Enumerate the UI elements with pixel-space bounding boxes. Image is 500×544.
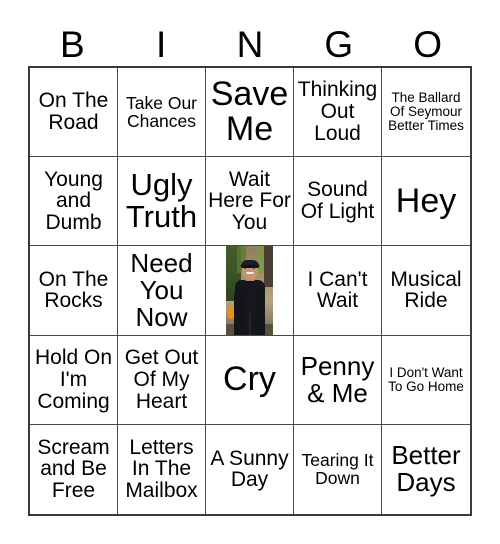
header-letter-i: I bbox=[156, 23, 167, 65]
bingo-cell[interactable]: Wait Here For You bbox=[206, 157, 294, 247]
bingo-cell[interactable]: Thinking Out Loud bbox=[294, 68, 382, 158]
bingo-cell[interactable]: I Can't Wait bbox=[294, 246, 382, 336]
photo-shoulder-left bbox=[234, 290, 244, 335]
bingo-cell[interactable]: Cry bbox=[206, 335, 294, 425]
bingo-cell[interactable]: On The Rocks bbox=[30, 246, 118, 336]
bingo-cell[interactable]: The Ballard Of Seymour Better Times bbox=[382, 68, 470, 158]
bingo-cell[interactable]: Get Out Of My Heart bbox=[118, 335, 206, 425]
bingo-cell-text: Better Days bbox=[391, 440, 461, 498]
bingo-cell-text: A Sunny Day bbox=[210, 446, 289, 492]
photo-shoulder-right bbox=[255, 290, 265, 335]
bingo-cell[interactable]: Take Our Chances bbox=[118, 68, 206, 158]
bingo-cell[interactable]: Sound Of Light bbox=[294, 157, 382, 247]
photo-cap-brim bbox=[240, 265, 259, 269]
bingo-cell[interactable]: Better Days bbox=[382, 424, 470, 514]
bingo-cell[interactable]: I Don't Want To Go Home bbox=[382, 335, 470, 425]
bingo-cell[interactable]: On The Road bbox=[30, 68, 118, 158]
bingo-cell[interactable]: Need You Now bbox=[118, 246, 206, 336]
bingo-cell-text: The Ballard Of Seymour Better Times bbox=[388, 90, 464, 134]
bingo-cell-text: Save Me bbox=[210, 74, 289, 149]
bingo-cell-text: Thinking Out Loud bbox=[297, 78, 378, 145]
bingo-cell[interactable]: Hold On I'm Coming bbox=[30, 335, 118, 425]
bingo-cell-text: Sound Of Light bbox=[300, 178, 375, 224]
bingo-cell-text: Letters In The Mailbox bbox=[125, 435, 198, 503]
photo-jacket-placket bbox=[248, 312, 251, 335]
bingo-cell-text: Hold On I'm Coming bbox=[34, 345, 113, 413]
bingo-grid: On The Road Take Our Chances Save Me Thi… bbox=[28, 66, 472, 516]
header-letter-g: G bbox=[324, 23, 354, 65]
bingo-cell[interactable]: Musical Ride bbox=[382, 246, 470, 336]
bingo-cell-text: Take Our Chances bbox=[126, 92, 197, 132]
bingo-cell-text: I Can't Wait bbox=[307, 267, 368, 313]
bingo-cell-text: Scream and Be Free bbox=[37, 435, 110, 503]
photo-smile bbox=[245, 271, 254, 275]
bingo-cell-text: On The Road bbox=[38, 89, 109, 135]
bingo-free-space[interactable] bbox=[206, 246, 294, 336]
bingo-cell-text: Musical Ride bbox=[390, 267, 462, 313]
bingo-cell-text: Hey bbox=[395, 181, 457, 220]
bingo-cell[interactable]: Penny & Me bbox=[294, 335, 382, 425]
bingo-cell[interactable]: Young and Dumb bbox=[30, 157, 118, 247]
bingo-cell-text: On The Rocks bbox=[38, 267, 109, 313]
bingo-card: B I N G O On The Road Take Our Chances S… bbox=[0, 0, 500, 544]
bingo-cell[interactable]: Scream and Be Free bbox=[30, 424, 118, 514]
photo-doorway bbox=[264, 246, 273, 287]
photo-green-strip bbox=[257, 246, 264, 273]
header-letter-b: B bbox=[60, 23, 85, 65]
photo-eye-right bbox=[252, 267, 256, 269]
bingo-cell-text: Need You Now bbox=[130, 247, 193, 332]
bingo-cell[interactable]: Hey bbox=[382, 157, 470, 247]
header-letter-o: O bbox=[413, 23, 442, 65]
header-letter-n: N bbox=[236, 23, 264, 65]
bingo-cell[interactable]: Tearing It Down bbox=[294, 424, 382, 514]
bingo-cell[interactable]: Save Me bbox=[206, 68, 294, 158]
portrait-photo bbox=[226, 246, 273, 335]
bingo-cell-text: Get Out Of My Heart bbox=[124, 345, 199, 413]
bingo-cell-text: Wait Here For You bbox=[208, 167, 291, 235]
bingo-cell[interactable]: Letters In The Mailbox bbox=[118, 424, 206, 514]
bingo-cell-text: Young and Dumb bbox=[44, 167, 103, 235]
bingo-cell-text: Cry bbox=[223, 360, 276, 399]
free-space-photo bbox=[206, 246, 293, 335]
bingo-cell-text: I Don't Want To Go Home bbox=[388, 364, 464, 394]
bingo-cell-text: Tearing It Down bbox=[301, 450, 374, 489]
bingo-cell-text: Penny & Me bbox=[300, 350, 375, 408]
bingo-header: B I N G O bbox=[28, 22, 472, 66]
bingo-cell[interactable]: A Sunny Day bbox=[206, 424, 294, 514]
bingo-cell[interactable]: Ugly Truth bbox=[118, 157, 206, 247]
bingo-cell-text: Ugly Truth bbox=[125, 167, 198, 235]
